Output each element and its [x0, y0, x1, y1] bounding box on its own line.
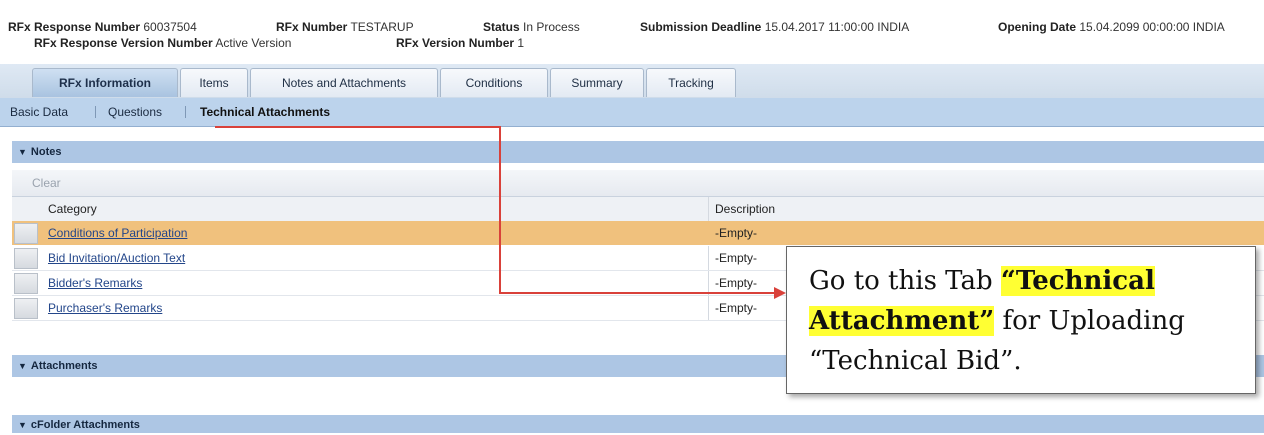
callout-line-3: “Technical Bid”.	[809, 346, 1022, 376]
callout-line-2: Attachment” for Uploading	[809, 306, 1185, 336]
callout-highlight: “Technical	[1000, 266, 1155, 296]
callout-highlight: Attachment”	[809, 306, 995, 336]
callout-line-1: Go to this Tab “Technical	[809, 266, 1155, 296]
instruction-callout: Go to this Tab “Technical Attachment” fo…	[786, 246, 1256, 394]
